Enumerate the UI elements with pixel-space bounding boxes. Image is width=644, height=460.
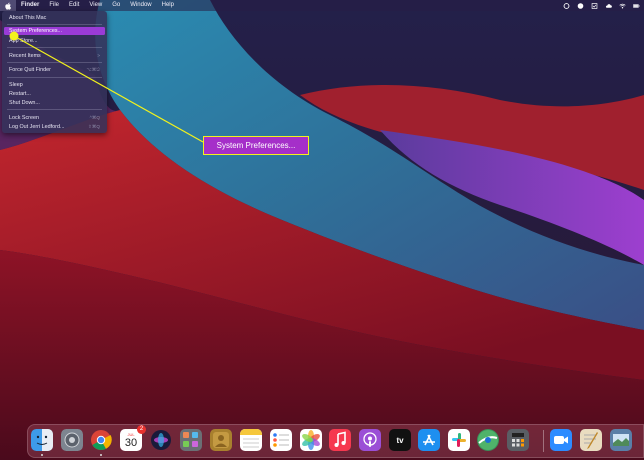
slack-icon[interactable] <box>448 429 470 451</box>
wifi-icon[interactable] <box>619 2 626 9</box>
menu-separator <box>7 109 102 110</box>
menu-item-label: Shut Down... <box>9 100 40 106</box>
menu-file[interactable]: File <box>44 0 64 11</box>
menu-item-label: Log Out Jerri Ledford... <box>9 124 65 130</box>
status-icons <box>563 0 640 11</box>
apple-icon <box>4 2 11 10</box>
zoom-icon[interactable] <box>550 429 572 451</box>
menu-item-sleep[interactable]: Sleep <box>4 81 105 89</box>
calendar-badge: 2 <box>137 425 146 434</box>
submenu-chevron-icon: > <box>97 53 100 58</box>
menu-edit[interactable]: Edit <box>64 0 84 11</box>
menu-item-label: Force Quit Finder <box>9 67 51 73</box>
menu-go[interactable]: Go <box>107 0 125 11</box>
menu-item-label: System Preferences... <box>9 28 63 34</box>
menu-separator <box>7 62 102 63</box>
finder-icon[interactable] <box>31 429 53 451</box>
menu-item-shortcut: ⇧⌘Q <box>87 124 100 129</box>
menu-view[interactable]: View <box>84 0 107 11</box>
notes-icon[interactable] <box>240 429 262 451</box>
chrome-icon[interactable] <box>90 429 112 451</box>
menu-item-label: Recent Items <box>9 53 41 59</box>
calendar-day: 30 <box>124 436 138 449</box>
menu-help[interactable]: Help <box>157 0 179 11</box>
menu-item-label: Restart... <box>9 91 31 97</box>
battery-icon[interactable] <box>633 2 640 9</box>
menu-item-label: Sleep <box>9 82 23 88</box>
callout-label-box: System Preferences... <box>203 136 309 155</box>
music-icon[interactable] <box>329 429 351 451</box>
creative-cloud-icon[interactable] <box>563 2 570 9</box>
safari-status-icon[interactable] <box>577 2 584 9</box>
menu-separator <box>7 47 102 48</box>
menu-item-shortcut: ^⌘Q <box>89 115 100 120</box>
textedit-icon[interactable] <box>580 429 602 451</box>
photos-icon[interactable] <box>300 429 322 451</box>
menu-item-label: Lock Screen <box>9 115 39 121</box>
preview-icon[interactable] <box>610 429 632 451</box>
menu-item-about-this-mac[interactable]: About This Mac <box>4 14 105 22</box>
cloud-icon[interactable] <box>605 2 612 9</box>
menu-item-log-out[interactable]: Log Out Jerri Ledford... ⇧⌘Q <box>4 123 105 131</box>
menu-item-label: App Store... <box>9 38 38 44</box>
menu-separator <box>7 77 102 78</box>
menu-finder[interactable]: Finder <box>16 0 44 11</box>
menu-item-system-preferences[interactable]: System Preferences... <box>4 27 105 35</box>
menu-window[interactable]: Window <box>125 0 156 11</box>
reminders-icon[interactable] <box>270 429 292 451</box>
menu-item-restart[interactable]: Restart... <box>4 90 105 98</box>
menu-item-shortcut: ⌥⌘⎋ <box>86 67 100 72</box>
apple-tv-label: tv <box>396 435 404 445</box>
launchpad-icon[interactable] <box>61 429 83 451</box>
menu-bar: Finder File Edit View Go Window Help <box>0 0 644 11</box>
apple-tv-icon[interactable]: tv <box>389 429 411 451</box>
apple-menu-button[interactable] <box>0 0 16 11</box>
apps-folder-icon[interactable] <box>180 429 202 451</box>
app-store-icon[interactable] <box>418 429 440 451</box>
menu-item-label: About This Mac <box>9 15 47 21</box>
apple-menu-dropdown: About This Mac System Preferences... App… <box>2 11 107 133</box>
podcasts-icon[interactable] <box>359 429 381 451</box>
running-indicator <box>100 454 102 456</box>
menu-separator <box>7 24 102 25</box>
calculator-icon[interactable] <box>507 429 529 451</box>
maps-icon[interactable] <box>477 429 499 451</box>
menu-item-lock-screen[interactable]: Lock Screen ^⌘Q <box>4 114 105 122</box>
menu-item-app-store[interactable]: App Store... <box>4 37 105 45</box>
menu-item-recent-items[interactable]: Recent Items > <box>4 52 105 60</box>
menu-item-force-quit[interactable]: Force Quit Finder ⌥⌘⎋ <box>4 66 105 74</box>
menu-item-shut-down[interactable]: Shut Down... <box>4 99 105 107</box>
callout-label: System Preferences... <box>216 141 296 150</box>
contacts-icon[interactable] <box>210 429 232 451</box>
siri-icon[interactable] <box>150 429 172 451</box>
checkbox-status-icon[interactable] <box>591 2 598 9</box>
running-indicator <box>41 454 43 456</box>
dock-divider <box>543 430 544 452</box>
